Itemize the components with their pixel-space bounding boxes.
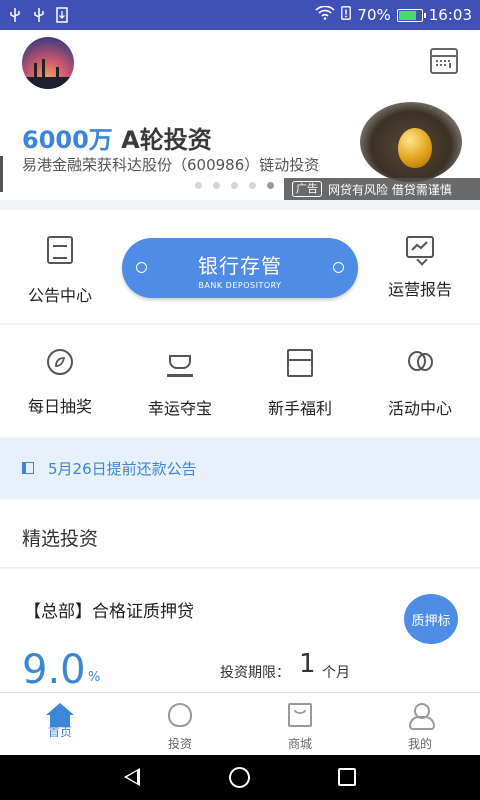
- download-icon: [56, 7, 70, 23]
- home-circle-icon[interactable]: [229, 767, 250, 788]
- notice-center-label: 公告中心: [27, 286, 92, 305]
- banner-title-rest: A轮投资: [112, 126, 212, 154]
- term-value: 1: [299, 649, 316, 679]
- ad-tag: 广告: [292, 181, 322, 197]
- carousel-dot[interactable]: [213, 182, 220, 189]
- notice-center-entry[interactable]: 公告中心: [0, 236, 120, 306]
- tab-label: 我的: [407, 737, 432, 751]
- bottom-tab-bar: 首页 投资 商城 我的: [0, 692, 480, 755]
- banner-title: 6000万 A轮投资: [22, 120, 212, 155]
- ops-report-label: 运营报告: [387, 280, 452, 299]
- usb-icon: [32, 7, 46, 23]
- ad-disclaimer: 广告 网贷有风险 借贷需谨慎: [284, 178, 480, 200]
- feature-label: 每日抽奖: [27, 397, 92, 416]
- bank-deposit-button[interactable]: 银行存管 BANK DEPOSITORY: [122, 238, 358, 298]
- system-navigation-bar: [0, 755, 480, 800]
- usb-icon: [8, 7, 22, 23]
- featured-section-header: 精选投资: [0, 500, 480, 568]
- bank-deposit-label: 银行存管: [198, 254, 282, 278]
- ingot-icon: [167, 349, 193, 377]
- recent-apps-icon[interactable]: [338, 768, 356, 786]
- product-card[interactable]: 【总部】合格证质押贷 质押标 9.0 % 投资期限： 1 个月: [0, 569, 480, 693]
- carousel-indicator: [195, 182, 274, 189]
- feature-item-lottery[interactable]: 每日抽奖: [0, 349, 120, 417]
- battery-icon: [396, 8, 426, 22]
- tab-label: 投资: [167, 737, 192, 751]
- money-bag-icon: [168, 703, 192, 727]
- ops-report-entry[interactable]: 运营报告: [360, 236, 480, 300]
- feature-label: 新手福利: [267, 399, 332, 418]
- section-title: 精选投资: [22, 528, 99, 550]
- presentation-chart-icon: [406, 236, 434, 258]
- banner-subtitle: 易港金融荣获科达股份（600986）链动投资: [22, 156, 320, 174]
- term-label: 投资期限：: [220, 665, 290, 681]
- status-bar-notifications: [8, 7, 70, 23]
- avatar[interactable]: [22, 37, 74, 89]
- tab-shop[interactable]: 商城: [240, 693, 360, 755]
- carousel-dot-active[interactable]: [267, 182, 274, 189]
- product-name: 【总部】合格证质押贷: [24, 602, 194, 622]
- document-icon: [47, 236, 73, 264]
- pledge-badge: 质押标: [404, 594, 458, 644]
- wifi-icon: [315, 5, 335, 24]
- carousel-dot[interactable]: [231, 182, 238, 189]
- clock: 16:03: [428, 6, 472, 24]
- feature-label: 活动中心: [387, 399, 452, 418]
- speaker-icon: [22, 462, 34, 474]
- gift-icon: [287, 349, 313, 377]
- sim-alert-icon: [341, 6, 352, 24]
- rivet-icon: [136, 262, 147, 273]
- promo-banner[interactable]: 6000万 A轮投资 易港金融荣获科达股份（600986）链动投资 广告 网贷有…: [0, 94, 480, 200]
- annual-rate: 9.0: [22, 647, 86, 693]
- feature-item-treasure[interactable]: 幸运夺宝: [120, 349, 240, 419]
- lottery-icon: [47, 349, 73, 375]
- term-unit: 个月: [322, 665, 350, 681]
- tab-label: 商城: [287, 737, 312, 751]
- user-icon: [408, 703, 435, 730]
- carousel-dot[interactable]: [249, 182, 256, 189]
- calendar-icon[interactable]: [430, 48, 458, 74]
- feature-item-newbie[interactable]: 新手福利: [240, 349, 360, 419]
- feature-item-events[interactable]: 活动中心: [360, 349, 480, 419]
- feature-label: 幸运夺宝: [147, 399, 212, 418]
- back-icon[interactable]: [124, 768, 140, 786]
- battery-percent: 70%: [357, 6, 391, 24]
- tab-home[interactable]: 首页: [0, 693, 120, 755]
- shop-icon: [288, 703, 312, 727]
- banner-amount: 6000万: [22, 126, 113, 154]
- rate-unit: %: [88, 670, 101, 685]
- ad-warning: 网贷有风险 借贷需谨慎: [328, 182, 452, 197]
- home-icon: [46, 703, 74, 727]
- golden-egg-image: [398, 128, 432, 168]
- status-bar-system: 70% 16:03: [315, 5, 472, 24]
- balloons-icon: [407, 349, 433, 377]
- bank-deposit-sublabel: BANK DEPOSITORY: [198, 281, 282, 290]
- rivet-icon: [333, 262, 344, 273]
- announcement-text: 5月26日提前还款公告: [48, 459, 197, 478]
- tab-mine[interactable]: 我的: [360, 693, 480, 755]
- quick-menu: 公告中心 银行存管 BANK DEPOSITORY 运营报告: [0, 210, 480, 324]
- carousel-dot[interactable]: [195, 182, 202, 189]
- announcement-bar[interactable]: 5月26日提前还款公告: [0, 438, 480, 498]
- tab-invest[interactable]: 投资: [120, 693, 240, 755]
- feature-grid: 每日抽奖 幸运夺宝 新手福利 活动中心: [0, 325, 480, 437]
- app-header: [0, 30, 480, 94]
- status-bar: 70% 16:03: [0, 0, 480, 30]
